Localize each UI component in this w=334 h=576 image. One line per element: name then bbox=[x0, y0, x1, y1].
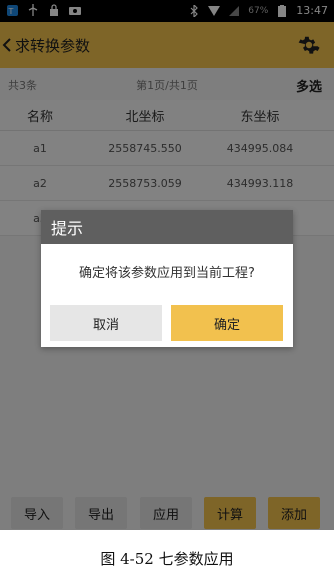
cancel-button[interactable]: 取消 bbox=[50, 305, 162, 341]
modal-overlay[interactable]: 提示 确定将该参数应用到当前工程? 取消 确定 bbox=[0, 0, 334, 530]
dialog-message: 确定将该参数应用到当前工程? bbox=[79, 266, 255, 281]
confirm-dialog: 提示 确定将该参数应用到当前工程? 取消 确定 bbox=[41, 210, 293, 347]
figure-caption: 图 4-52 七参数应用 bbox=[100, 550, 234, 568]
app-screen: T 67% 13:47 求转换参数 共3条 第1页/共1页 多选 名称 北坐标 … bbox=[0, 0, 334, 530]
dialog-title: 提示 bbox=[41, 210, 293, 244]
confirm-button[interactable]: 确定 bbox=[171, 305, 283, 341]
